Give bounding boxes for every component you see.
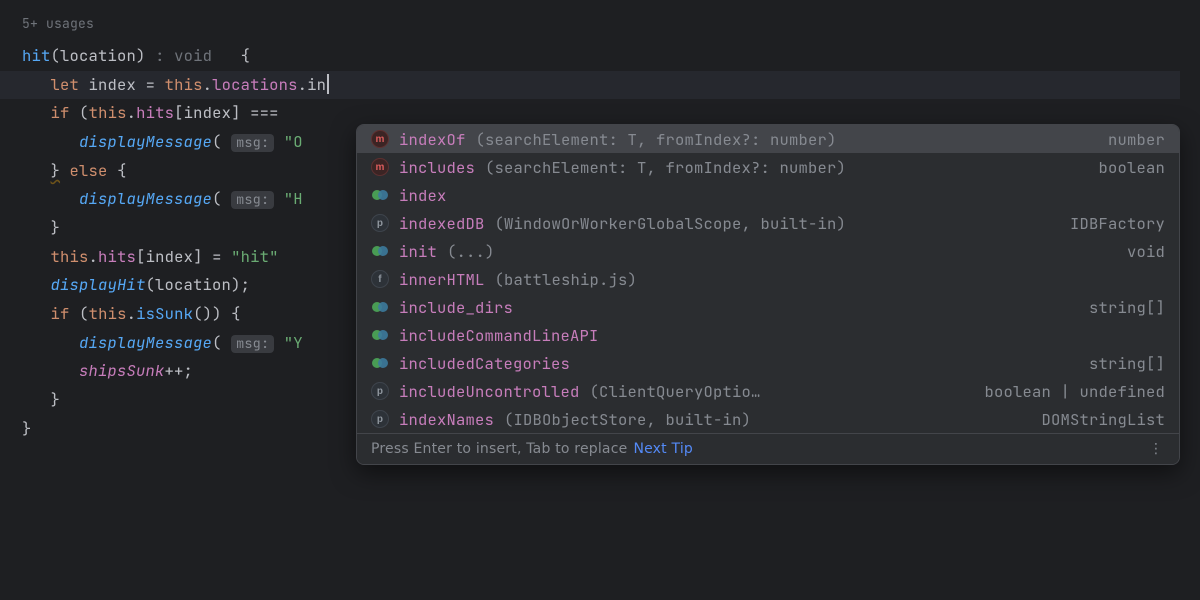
variable-icon	[371, 354, 389, 372]
completion-name: indexOf	[399, 129, 466, 150]
variable-icon	[371, 186, 389, 204]
completion-signature: (WindowOrWorkerGlobalScope, built-in)	[495, 213, 847, 234]
variable-icon	[371, 242, 389, 260]
completion-type: void	[1127, 241, 1165, 262]
code-line-active: let index = this.locations.in	[0, 71, 1180, 100]
completion-signature: (...)	[447, 241, 495, 262]
completion-item[interactable]: f innerHTML (battleship.js)	[357, 265, 1179, 293]
completion-name: includeCommandLineAPI	[399, 325, 599, 346]
completion-type: boolean	[1098, 157, 1165, 178]
usages-hint: 5+ usages	[22, 12, 1200, 36]
completion-item[interactable]: index	[357, 181, 1179, 209]
completion-name: includedCategories	[399, 353, 570, 374]
completion-signature: (searchElement: T, fromIndex?: number)	[476, 129, 837, 150]
footer-hint: Press Enter to insert, Tab to replace	[371, 441, 627, 457]
completion-item[interactable]: p includeUncontrolled (ClientQueryOptio… b…	[357, 377, 1179, 405]
completion-item[interactable]: p indexedDB (WindowOrWorkerGlobalScope, b…	[357, 209, 1179, 237]
completion-name: includes	[399, 157, 475, 178]
completion-footer: Press Enter to insert, Tab to replace Ne…	[357, 433, 1179, 464]
method-icon: m	[371, 130, 389, 148]
completion-type: string[]	[1089, 353, 1165, 374]
completion-name: innerHTML	[399, 269, 485, 290]
completion-signature: (ClientQueryOptio…	[590, 381, 761, 402]
variable-icon	[371, 298, 389, 316]
completion-name: index	[399, 185, 447, 206]
completion-item[interactable]: include_dirs string[]	[357, 293, 1179, 321]
completion-type: IDBFactory	[1070, 213, 1165, 234]
completion-name: include_dirs	[399, 297, 513, 318]
completion-signature: (battleship.js)	[495, 269, 638, 290]
more-icon[interactable]: ⋮	[1149, 441, 1165, 457]
property-icon: p	[371, 382, 389, 400]
code-line: hit(location) : void {	[22, 42, 1200, 71]
completion-item[interactable]: includedCategories string[]	[357, 349, 1179, 377]
text-cursor	[327, 74, 329, 94]
completion-signature: (searchElement: T, fromIndex?: number)	[485, 157, 846, 178]
completion-item[interactable]: includeCommandLineAPI	[357, 321, 1179, 349]
variable-icon	[371, 326, 389, 344]
completion-item[interactable]: p indexNames (IDBObjectStore, built-in) DO…	[357, 405, 1179, 433]
property-icon: p	[371, 410, 389, 428]
completion-item[interactable]: m indexOf (searchElement: T, fromIndex?: n…	[357, 125, 1179, 153]
completion-name: init	[399, 241, 437, 262]
completion-name: indexedDB	[399, 213, 485, 234]
completion-type: DOMStringList	[1041, 409, 1165, 430]
completion-type: number	[1108, 129, 1165, 150]
completion-name: indexNames	[399, 409, 494, 430]
completion-type: string[]	[1089, 297, 1165, 318]
completion-type: boolean | undefined	[984, 381, 1165, 402]
completion-popup[interactable]: m indexOf (searchElement: T, fromIndex?: n…	[356, 124, 1180, 465]
next-tip-link[interactable]: Next Tip	[633, 441, 693, 457]
completion-signature: (IDBObjectStore, built-in)	[504, 409, 751, 430]
completion-name: includeUncontrolled	[399, 381, 580, 402]
method-icon: m	[371, 158, 389, 176]
completion-item[interactable]: init (...) void	[357, 237, 1179, 265]
property-icon: p	[371, 214, 389, 232]
field-icon: f	[371, 270, 389, 288]
completion-item[interactable]: m includes (searchElement: T, fromIndex?: …	[357, 153, 1179, 181]
